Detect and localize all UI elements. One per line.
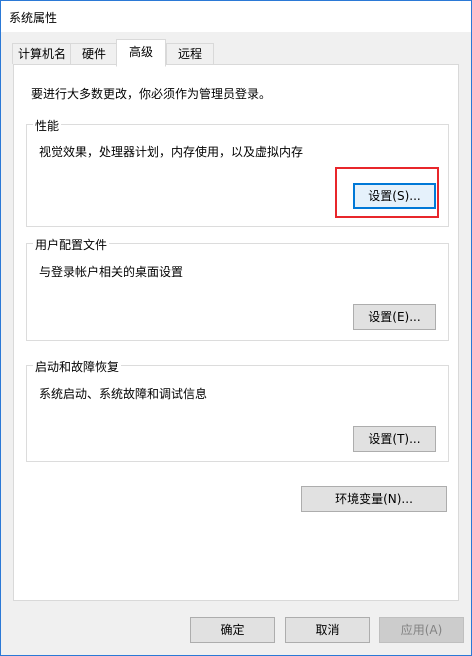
admin-notice: 要进行大多数更改，你必须作为管理员登录。 — [31, 87, 272, 101]
cancel-button[interactable]: 取消 — [285, 617, 370, 643]
performance-group-title: 性能 — [33, 117, 62, 134]
startup-recovery-group: 启动和故障恢复 系统启动、系统故障和调试信息 设置(T)... — [26, 358, 449, 462]
startup-recovery-description: 系统启动、系统故障和调试信息 — [39, 387, 208, 401]
tab-hardware[interactable]: 硬件 — [70, 43, 118, 64]
performance-settings-button[interactable]: 设置(S)... — [353, 183, 436, 209]
user-profiles-settings-button[interactable]: 设置(E)... — [353, 304, 436, 330]
user-profiles-group: 用户配置文件 与登录帐户相关的桌面设置 设置(E)... — [26, 236, 449, 341]
user-profiles-description: 与登录帐户相关的桌面设置 — [39, 265, 184, 279]
performance-description: 视觉效果，处理器计划，内存使用，以及虚拟内存 — [39, 145, 304, 159]
environment-variables-button[interactable]: 环境变量(N)... — [301, 486, 447, 512]
tab-computer-name[interactable]: 计算机名 — [12, 43, 72, 64]
tab-strip: 计算机名 硬件 高级 远程 — [1, 39, 471, 67]
system-properties-window: 系统属性 计算机名 硬件 高级 远程 要进行大多数更改，你必须作为管理员登录。 … — [0, 0, 472, 656]
window-title: 系统属性 — [9, 11, 58, 25]
user-profiles-group-title: 用户配置文件 — [33, 236, 110, 253]
advanced-tab-panel: 要进行大多数更改，你必须作为管理员登录。 性能 视觉效果，处理器计划，内存使用，… — [13, 64, 459, 601]
title-bar[interactable]: 系统属性 — [1, 1, 471, 32]
startup-recovery-group-title: 启动和故障恢复 — [33, 358, 122, 375]
tab-remote[interactable]: 远程 — [166, 43, 214, 64]
startup-recovery-settings-button[interactable]: 设置(T)... — [353, 426, 436, 452]
ok-button[interactable]: 确定 — [190, 617, 275, 643]
tab-advanced[interactable]: 高级 — [116, 39, 166, 67]
apply-button[interactable]: 应用(A) — [379, 617, 464, 643]
performance-group: 性能 视觉效果，处理器计划，内存使用，以及虚拟内存 设置(S)... — [26, 117, 449, 227]
